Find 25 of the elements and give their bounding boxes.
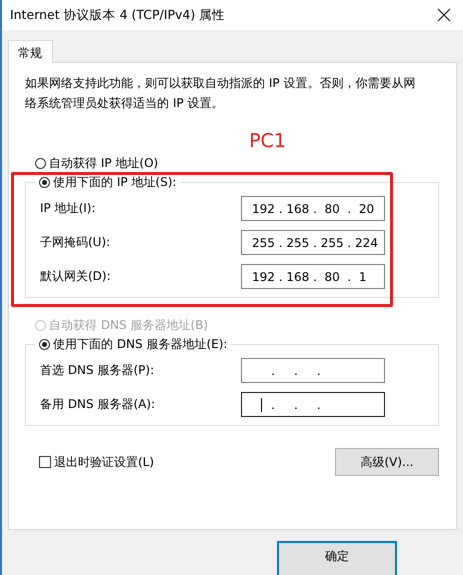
annotation-label: PC1 — [248, 129, 287, 154]
description-text: 如果网络支持此功能，则可以获取自动指派的 IP 设置。否则，你需要从网络系统管理员处获得适当的 IP 设置。 — [25, 75, 416, 112]
input-field[interactable]: 192 . 168 . 80 . 1 — [241, 264, 385, 289]
field-label: 首选 DNS 服务器(P): — [40, 362, 154, 379]
checkbox-option[interactable]: 退出时验证设置(L) — [39, 454, 154, 470]
radio-button[interactable] — [39, 176, 50, 188]
input-field[interactable]: 192 . 168 . 80 . 20 — [241, 196, 385, 221]
field-label: 默认网关(D): — [40, 268, 111, 285]
field-label: IP 地址(I): — [40, 200, 96, 217]
radio-option[interactable]: 使用下面的 DNS 服务器地址(E): — [35, 335, 232, 353]
window-title: Internet 协议版本 4 (TCP/IPv4) 属性 — [10, 6, 226, 24]
radio-option[interactable]: 自动获得 IP 地址(O) — [35, 154, 440, 172]
field-label: 子网掩码(U): — [40, 234, 110, 251]
input-field[interactable]: 255 . 255 . 255 . 224 — [241, 230, 385, 255]
input-field[interactable]: . . . — [241, 392, 385, 417]
text-cursor — [261, 398, 262, 412]
advanced-button[interactable]: 高级(V)... — [335, 448, 439, 476]
input-field[interactable]: . . . — [241, 358, 385, 383]
tab[interactable]: 常规 — [8, 40, 53, 63]
radio-button[interactable] — [39, 338, 50, 350]
ok-button[interactable]: 确定 — [277, 541, 397, 575]
field-label: 备用 DNS 服务器(A): — [40, 396, 156, 413]
radio-button[interactable] — [35, 158, 46, 168]
close-icon — [437, 8, 451, 22]
checkbox[interactable] — [39, 456, 51, 468]
